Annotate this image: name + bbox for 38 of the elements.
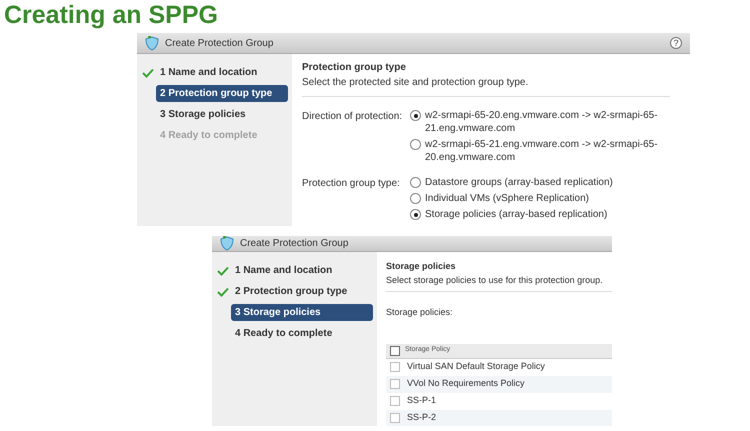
section-heading: Storage policies [386, 260, 457, 273]
wizard-step[interactable]: 4 Ready to complete [231, 325, 373, 342]
dialog-title: Create Protection Group [240, 237, 350, 251]
slide-title: Creating an SPPG [4, 0, 219, 30]
help-button[interactable]: ? [670, 37, 682, 49]
field-label: Protection group type: [302, 177, 401, 191]
radio-label: Individual VMs (vSphere Replication) [425, 192, 590, 205]
field-label: Storage policies: [386, 306, 454, 319]
wizard-step[interactable]: 2 Protection group type [156, 85, 288, 102]
section-description: Select storage policies to use for this protection group. [386, 274, 612, 292]
table-cell-text: Virtual SAN Default Storage Policy [407, 360, 545, 374]
field-label: Direction of protection: [302, 110, 404, 124]
table-cell-text: SS-P-1 [407, 394, 436, 408]
wizard-step[interactable]: 1 Name and location [156, 64, 288, 81]
radio-button[interactable] [410, 110, 421, 121]
section-description: Select the protected site and protection group type. [302, 75, 670, 97]
radio-button[interactable] [410, 177, 421, 188]
checkbox[interactable] [390, 346, 400, 356]
dialog-title: Create Protection Group [165, 36, 274, 50]
wizard-step[interactable]: 3 Storage policies [231, 304, 373, 321]
checkbox[interactable] [390, 413, 400, 423]
table-cell-text: VVol No Requirements Policy [407, 377, 525, 390]
wizard-step[interactable]: 2 Protection group type [231, 283, 373, 300]
radio-button[interactable] [410, 139, 421, 150]
radio-button[interactable] [410, 209, 421, 220]
wizard-step[interactable]: 3 Storage policies [156, 106, 288, 123]
shield-icon [145, 36, 159, 50]
checkbox[interactable] [390, 396, 400, 406]
radio-label: w2-srmapi-65-21.eng.vmware.com -> w2-srmapi-65-20.eng.vmware.com [425, 138, 659, 164]
shield-icon [220, 236, 234, 251]
table-cell-text: SS-P-2 [407, 411, 436, 424]
radio-label: Storage policies (array-based replication) [425, 208, 608, 221]
checkbox[interactable] [390, 362, 400, 372]
radio-label: Datastore groups (array-based replication) [425, 176, 614, 189]
checkbox[interactable] [390, 379, 400, 389]
section-heading: Protection group type [302, 61, 407, 75]
wizard-step[interactable]: 1 Name and location [231, 262, 373, 279]
radio-button[interactable] [410, 193, 421, 204]
